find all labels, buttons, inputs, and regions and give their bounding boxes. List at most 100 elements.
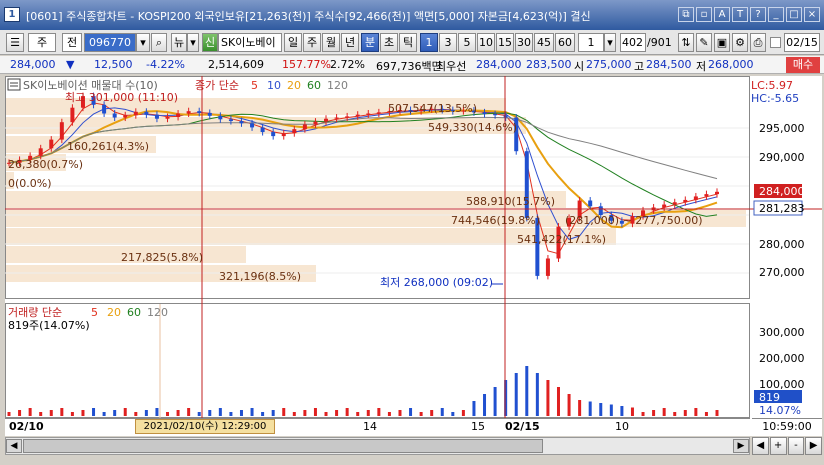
text-button[interactable]: T <box>732 7 748 22</box>
volume-value-tag: 819 <box>759 391 780 404</box>
candle-body <box>482 112 487 115</box>
font-button[interactable]: A <box>714 7 730 22</box>
volume-bar <box>102 412 106 416</box>
minute-1-button[interactable]: 1 <box>420 33 438 52</box>
help-button[interactable]: ? <box>750 7 766 22</box>
chart-scrollbar[interactable]: ◀ ▶ <box>5 437 750 455</box>
period-tick-button[interactable]: 틱 <box>399 33 417 52</box>
volume-bar <box>641 412 645 416</box>
restore-layout-button[interactable]: ▫ <box>696 7 712 22</box>
high-annotation: 최고 301,000 (11:10) <box>65 91 178 104</box>
code-dropdown-icon[interactable]: ▾ <box>136 33 150 52</box>
price-change-pct: -4.22% <box>146 58 185 71</box>
volume-bar <box>345 408 349 416</box>
candle-body <box>662 204 667 208</box>
minimize-button[interactable]: _ <box>768 7 784 22</box>
minute-10-button[interactable]: 10 <box>477 33 495 52</box>
link-window-button[interactable]: ⧉ <box>678 7 694 22</box>
ma-legend-label: 종가 단순 <box>195 79 239 92</box>
grid-menu-icon[interactable]: ☰ <box>6 33 24 52</box>
period-month-button[interactable]: 월 <box>322 33 340 52</box>
news-dropdown-icon[interactable]: ▾ <box>187 33 199 52</box>
high-label: 고 <box>634 60 645 73</box>
volume-bar <box>493 387 497 416</box>
minute-15-button[interactable]: 15 <box>496 33 514 52</box>
scroll-thumb[interactable] <box>23 439 543 453</box>
period-minute-button[interactable]: 분 <box>361 33 379 52</box>
period-year-button[interactable]: 년 <box>341 33 359 52</box>
scroll-right-icon[interactable]: ▶ <box>733 439 749 453</box>
volume-bar <box>335 410 339 416</box>
count-total: /901 <box>647 36 672 49</box>
search-icon[interactable]: ⌕ <box>151 33 167 52</box>
news-button[interactable]: 뉴 <box>171 33 187 52</box>
candle-body <box>144 111 149 115</box>
period-second-button[interactable]: 초 <box>380 33 398 52</box>
x-label: 02/15 <box>505 420 540 433</box>
volume-legend-60: 60 <box>127 306 141 319</box>
interval-dropdown-icon[interactable]: ▾ <box>604 33 616 52</box>
best-bid: 283,500 <box>526 58 572 71</box>
ma-legend-20: 20 <box>287 79 301 92</box>
candle-body <box>672 202 677 205</box>
best-ask: 284,000 <box>476 58 522 71</box>
open-label: 시 <box>574 60 585 73</box>
zoom-out-button[interactable]: - <box>787 437 805 455</box>
volume-bar <box>483 394 487 416</box>
candle-body <box>186 111 191 114</box>
minute-45-button[interactable]: 45 <box>534 33 554 52</box>
volume-bar <box>356 412 360 416</box>
market-select[interactable]: 주 <box>28 33 56 52</box>
minute-5-button[interactable]: 5 <box>458 33 476 52</box>
indicator-icon[interactable]: ⇅ <box>678 33 694 52</box>
interval-input[interactable]: 1 <box>578 33 604 52</box>
candle-body <box>313 121 318 125</box>
minute-3-button[interactable]: 3 <box>439 33 457 52</box>
close-button[interactable]: × <box>804 7 820 22</box>
scroll-left-icon[interactable]: ◀ <box>6 439 22 453</box>
volume-bar <box>239 410 243 416</box>
volume-ratio: 157.77% <box>282 58 331 71</box>
volume-bar <box>609 404 613 416</box>
credit-badge[interactable]: 신 <box>202 33 218 52</box>
print-icon[interactable]: ⎙ <box>750 33 766 52</box>
date-input[interactable]: 02/15 <box>784 33 820 52</box>
profile-label: 160,261(4.3%) <box>67 140 149 153</box>
volume-bar <box>187 408 191 416</box>
candle-body <box>302 124 307 130</box>
settings-gear-icon[interactable]: ⚙ <box>732 33 748 52</box>
candle-body <box>693 196 698 200</box>
save-icon[interactable]: ▣ <box>714 33 730 52</box>
volume-bar <box>166 412 170 416</box>
date-checkbox[interactable] <box>770 37 781 48</box>
volume-bar <box>271 410 275 416</box>
candle-body <box>588 200 593 207</box>
volume-bar <box>567 394 571 416</box>
candle-body <box>292 129 297 134</box>
candle-body <box>715 191 719 195</box>
maximize-button[interactable]: □ <box>786 7 802 22</box>
stock-code-input[interactable]: 096770 <box>84 33 136 52</box>
count-input[interactable]: 402 <box>620 33 646 52</box>
zoom-in-button[interactable]: + <box>769 437 787 455</box>
volume-y-tick: 200,000 <box>759 352 805 365</box>
candle-body <box>176 113 181 117</box>
period-day-button[interactable]: 일 <box>284 33 302 52</box>
drawing-tool-icon[interactable]: ✎ <box>696 33 712 52</box>
buy-order-button[interactable]: 매수 <box>786 57 820 73</box>
chart-canvas[interactable]: SK이노베이션 매물대 수(10) 종가 단순 5 10 20 60 120 L… <box>5 76 822 418</box>
window-number[interactable]: 1 <box>4 7 20 22</box>
volume-bar <box>535 373 539 416</box>
pan-left-button[interactable]: ◀ <box>752 437 769 455</box>
stock-name-display: SK이노베이 <box>218 33 282 52</box>
scope-select[interactable]: 전 <box>62 33 82 52</box>
minute-30-button[interactable]: 30 <box>515 33 533 52</box>
candle-body <box>355 114 360 117</box>
pan-right-button[interactable]: ▶ <box>805 437 822 455</box>
chart-area[interactable]: SK이노베이션 매물대 수(10) 종가 단순 5 10 20 60 120 L… <box>5 76 822 436</box>
hc-label: HC:-5.65 <box>751 92 799 105</box>
period-week-button[interactable]: 주 <box>303 33 321 52</box>
minute-60-button[interactable]: 60 <box>555 33 575 52</box>
candle-body <box>545 258 550 276</box>
lc-label: LC:5.97 <box>751 79 793 92</box>
